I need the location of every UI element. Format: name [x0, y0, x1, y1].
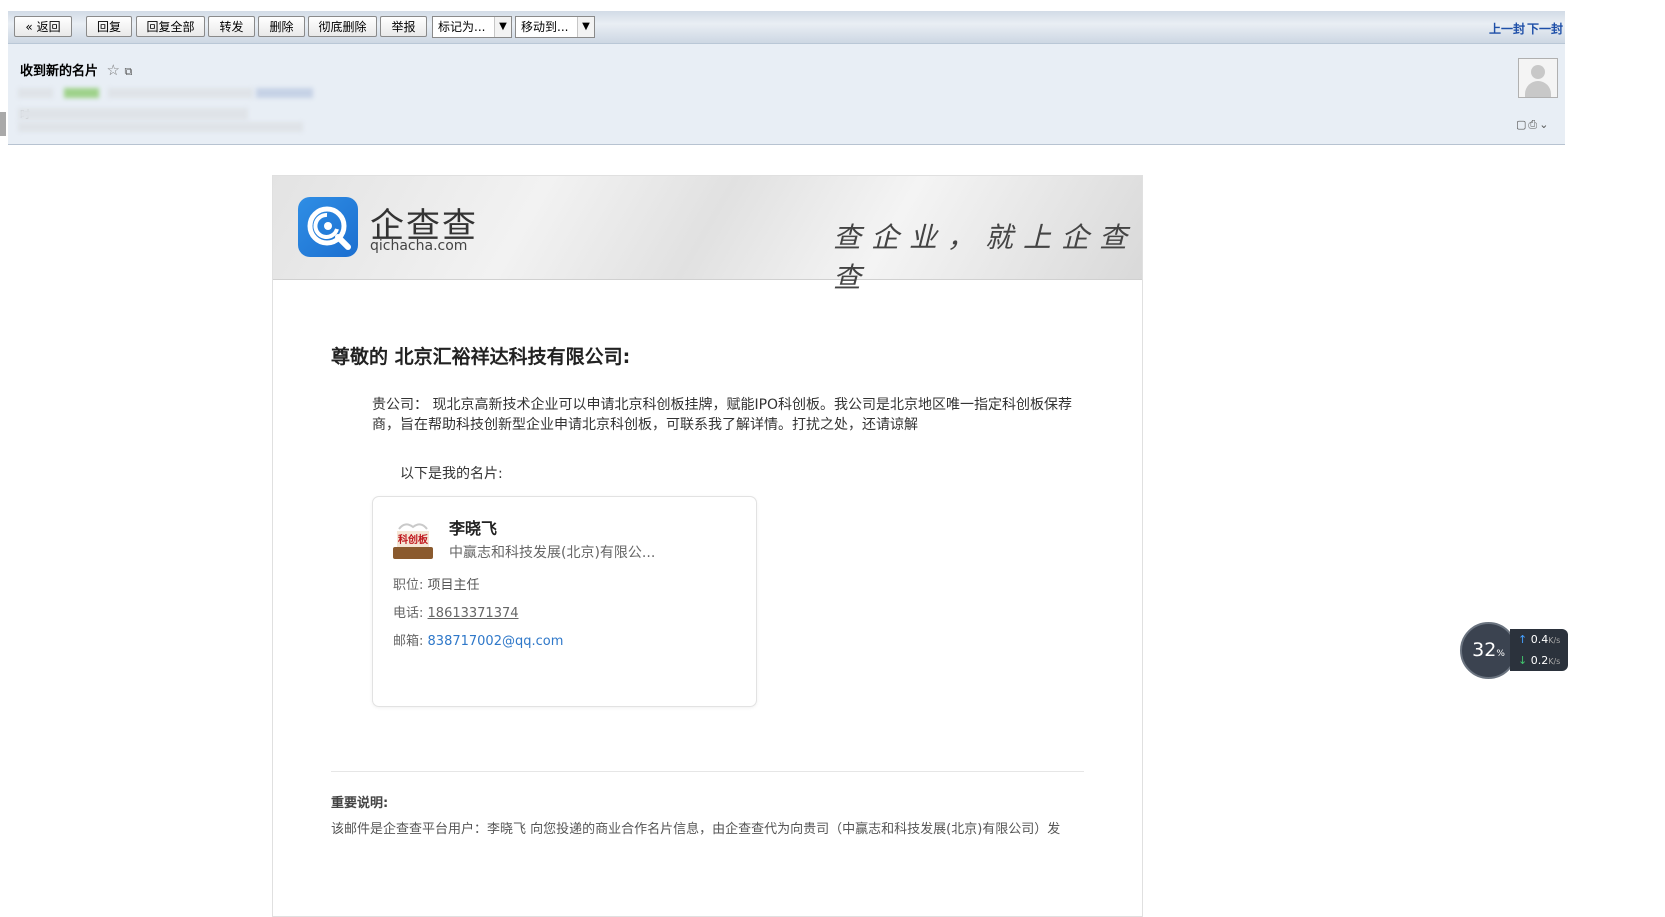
delete-button[interactable]: 删除 [258, 16, 305, 37]
upload-arrow-icon: ↑ [1518, 633, 1528, 646]
brand-domain: qichacha.com [370, 238, 468, 254]
network-speed-panel: ↑ 0.4K/s ↓ 0.2K/s [1510, 629, 1568, 671]
phone-link[interactable]: 18613371374 [428, 606, 519, 621]
title-label: 职位: [393, 578, 424, 593]
view-icon[interactable]: ▢ [1516, 118, 1528, 131]
card-phone-row: 电话: 18613371374 [393, 602, 519, 621]
notice-text: 该邮件是企查查平台用户：李晓飞 向您投递的商业合作名片信息，由企查查代为向贵司（… [331, 822, 1061, 837]
divider [331, 771, 1084, 772]
mail-body: 企查查 qichacha.com 查企业，就上企查查 尊敬的 北京汇裕祥达科技有… [272, 175, 1143, 917]
email-label: 邮箱: [393, 634, 424, 649]
mark-as-select[interactable]: 标记为... ▼ [432, 16, 512, 38]
permanent-delete-button[interactable]: 彻底删除 [308, 16, 377, 37]
download-speed: ↓ 0.2K/s [1518, 654, 1561, 667]
mail-header: 收到新的名片 ☆ ⧉ 时 ▢⎙⌄ [8, 44, 1565, 145]
company-logo: 科创板 [391, 517, 435, 561]
notice-title: 重要说明: [331, 796, 389, 811]
business-card[interactable]: 科创板 李晓飞 中赢志和科技发展(北京)有限公... 职位: 项目主任 电话: … [372, 496, 757, 707]
sender-avatar [1518, 58, 1558, 98]
print-icon[interactable]: ⎙ [1528, 118, 1539, 131]
intro-paragraph: 贵公司： 现北京高新技术企业可以申请北京科创板挂牌，赋能IPO科创板。我公司是北… [372, 397, 1073, 433]
greeting: 尊敬的 北京汇裕祥达科技有限公司: [331, 346, 631, 368]
forward-button[interactable]: 转发 [208, 16, 255, 37]
brand-banner: 企查查 qichacha.com 查企业，就上企查查 [273, 176, 1142, 294]
chevron-down-icon: ▼ [494, 17, 511, 37]
qichacha-logo-icon [298, 197, 358, 257]
next-mail-link[interactable]: 下一封 [1527, 20, 1563, 37]
redacted-recipient [18, 108, 248, 120]
reply-button[interactable]: 回复 [86, 16, 132, 37]
title-value: 项目主任 [427, 578, 480, 593]
redacted-sender [256, 88, 313, 98]
card-name: 李晓飞 [449, 519, 498, 538]
window-edge [0, 112, 6, 136]
company-logo-text: 科创板 [398, 533, 429, 546]
new-window-icon[interactable]: ⧉ [125, 65, 133, 78]
redacted-time [18, 122, 303, 132]
back-button[interactable]: « 返回 [14, 16, 72, 37]
reply-all-button[interactable]: 回复全部 [136, 16, 205, 37]
phone-label: 电话: [393, 606, 424, 621]
cpu-percent: 32% [1472, 639, 1505, 661]
move-to-label: 移动到... [521, 20, 569, 34]
redacted-sender [108, 88, 253, 98]
card-title-row: 职位: 项目主任 [393, 574, 480, 593]
more-chevron-icon[interactable]: ⌄ [1539, 118, 1550, 131]
report-button[interactable]: 举报 [380, 16, 427, 37]
mark-as-label: 标记为... [438, 20, 486, 34]
header-actions: ▢⎙⌄ [1516, 118, 1550, 132]
mail-subject: 收到新的名片 ☆ ⧉ [20, 60, 132, 79]
star-icon[interactable]: ☆ [107, 61, 120, 79]
brand-slogan: 查企业，就上企查查 [833, 221, 1138, 294]
prev-mail-link[interactable]: 上一封 [1489, 20, 1525, 37]
card-company: 中赢志和科技发展(北京)有限公... [449, 545, 656, 561]
move-to-select[interactable]: 移动到... ▼ [515, 16, 595, 38]
redacted-sender [18, 88, 53, 98]
card-intro: 以下是我的名片: [400, 466, 503, 482]
upload-speed: ↑ 0.4K/s [1518, 633, 1561, 646]
cpu-usage-widget[interactable]: 32% [1460, 622, 1517, 679]
redacted-sender [64, 88, 99, 98]
subject-text: 收到新的名片 [20, 64, 99, 79]
card-email-row: 邮箱: 838717002@qq.com [393, 630, 563, 649]
chevron-down-icon: ▼ [577, 17, 594, 37]
download-arrow-icon: ↓ [1518, 654, 1528, 667]
mail-toolbar: « 返回 回复 回复全部 转发 删除 彻底删除 举报 标记为... ▼ 移动到.… [8, 11, 1565, 44]
email-link[interactable]: 838717002@qq.com [428, 634, 564, 649]
